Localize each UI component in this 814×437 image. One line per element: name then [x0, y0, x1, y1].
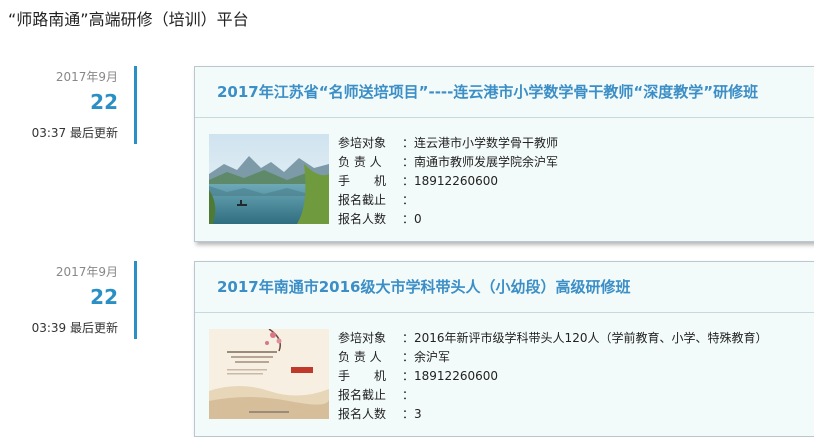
info-row-count: 报名人数： 0 — [338, 210, 558, 229]
info-label: 参培对象 — [338, 136, 387, 150]
info-value: 南通市教师发展学院余沪军 — [414, 155, 559, 169]
date-day: 22 — [90, 90, 118, 114]
info-value: 18912260600 — [414, 174, 498, 188]
info-row-phone: 手 机： 18912260600 — [338, 172, 558, 191]
info-row-deadline: 报名截止： — [338, 191, 558, 210]
course-title-link[interactable]: 2017年江苏省“名师送培项目”----连云港市小学数学骨干教师“深度教学”研修… — [217, 81, 758, 102]
date-month: 2017年9月 — [55, 265, 118, 279]
info-label: 报名截止 — [338, 388, 387, 402]
info-label: 负 责 人 — [338, 350, 382, 364]
info-label: 报名人数 — [338, 407, 387, 421]
info-value: 连云港市小学数学骨干教师 — [414, 136, 559, 150]
handbook-cover-image — [209, 329, 329, 419]
landscape-photo — [209, 134, 329, 224]
info-row-target: 参培对象：连云港市小学数学骨干教师 — [338, 134, 558, 153]
last-updated-time: 03:37 最后更新 — [31, 126, 118, 140]
info-row-owner: 负 责 人：南通市教师发展学院余沪军 — [338, 153, 558, 172]
info-value: 2016年新评市级学科带头人120人（学前教育、小学、特殊教育） — [414, 331, 768, 345]
info-value: 余沪军 — [414, 350, 451, 364]
course-entry: 2017年9月 22 03:37 最后更新 2017年江苏省“名师送培项目”--… — [0, 66, 814, 246]
date-month: 2017年9月 — [55, 70, 118, 84]
info-value: 18912260600 — [414, 369, 498, 383]
course-thumbnail[interactable] — [209, 329, 329, 419]
info-label: 负 责 人 — [338, 155, 382, 169]
last-updated-time: 03:39 最后更新 — [31, 321, 118, 335]
page-title: “师路南通”高端研修（培训）平台 — [8, 10, 249, 29]
date-block: 2017年9月 22 03:39 最后更新 — [0, 263, 118, 343]
card-divider — [195, 312, 814, 313]
date-block: 2017年9月 22 03:37 最后更新 — [0, 68, 118, 148]
date-day: 22 — [90, 285, 118, 309]
course-card[interactable]: 2017年南通市2016级大市学科带头人（小幼段）高级研修班 参培对象 ： 20… — [194, 261, 814, 437]
info-row-deadline: 报名截止： — [338, 386, 767, 405]
course-title-link[interactable]: 2017年南通市2016级大市学科带头人（小幼段）高级研修班 — [217, 276, 631, 297]
info-row-phone: 手 机： 18912260600 — [338, 367, 767, 386]
info-row-owner: 负 责 人：余沪军 — [338, 348, 767, 367]
info-label: 报名人数 — [338, 212, 387, 226]
info-row-target: 参培对象： 2016年新评市级学科带头人120人（学前教育、小学、特殊教育） — [338, 329, 767, 348]
course-info: 参培对象： 2016年新评市级学科带头人120人（学前教育、小学、特殊教育） 负 … — [338, 329, 767, 424]
info-label: 手 机 — [338, 369, 387, 383]
info-label: 参培对象 — [338, 331, 387, 345]
info-label: 报名截止 — [338, 193, 387, 207]
info-value: 3 — [414, 407, 422, 421]
info-label: 手 机 — [338, 174, 387, 188]
course-info: 参培对象：连云港市小学数学骨干教师 负 责 人：南通市教师发展学院余沪军 手 机… — [338, 134, 558, 229]
info-value: 0 — [414, 212, 422, 226]
timeline-bar — [134, 261, 137, 339]
card-divider — [195, 117, 814, 118]
timeline-bar — [134, 66, 137, 144]
info-row-count: 报名人数： 3 — [338, 405, 767, 424]
course-entry: 2017年9月 22 03:39 最后更新 2017年南通市2016级大市学科带… — [0, 261, 814, 437]
course-card[interactable]: 2017年江苏省“名师送培项目”----连云港市小学数学骨干教师“深度教学”研修… — [194, 66, 814, 242]
course-thumbnail[interactable] — [209, 134, 329, 224]
